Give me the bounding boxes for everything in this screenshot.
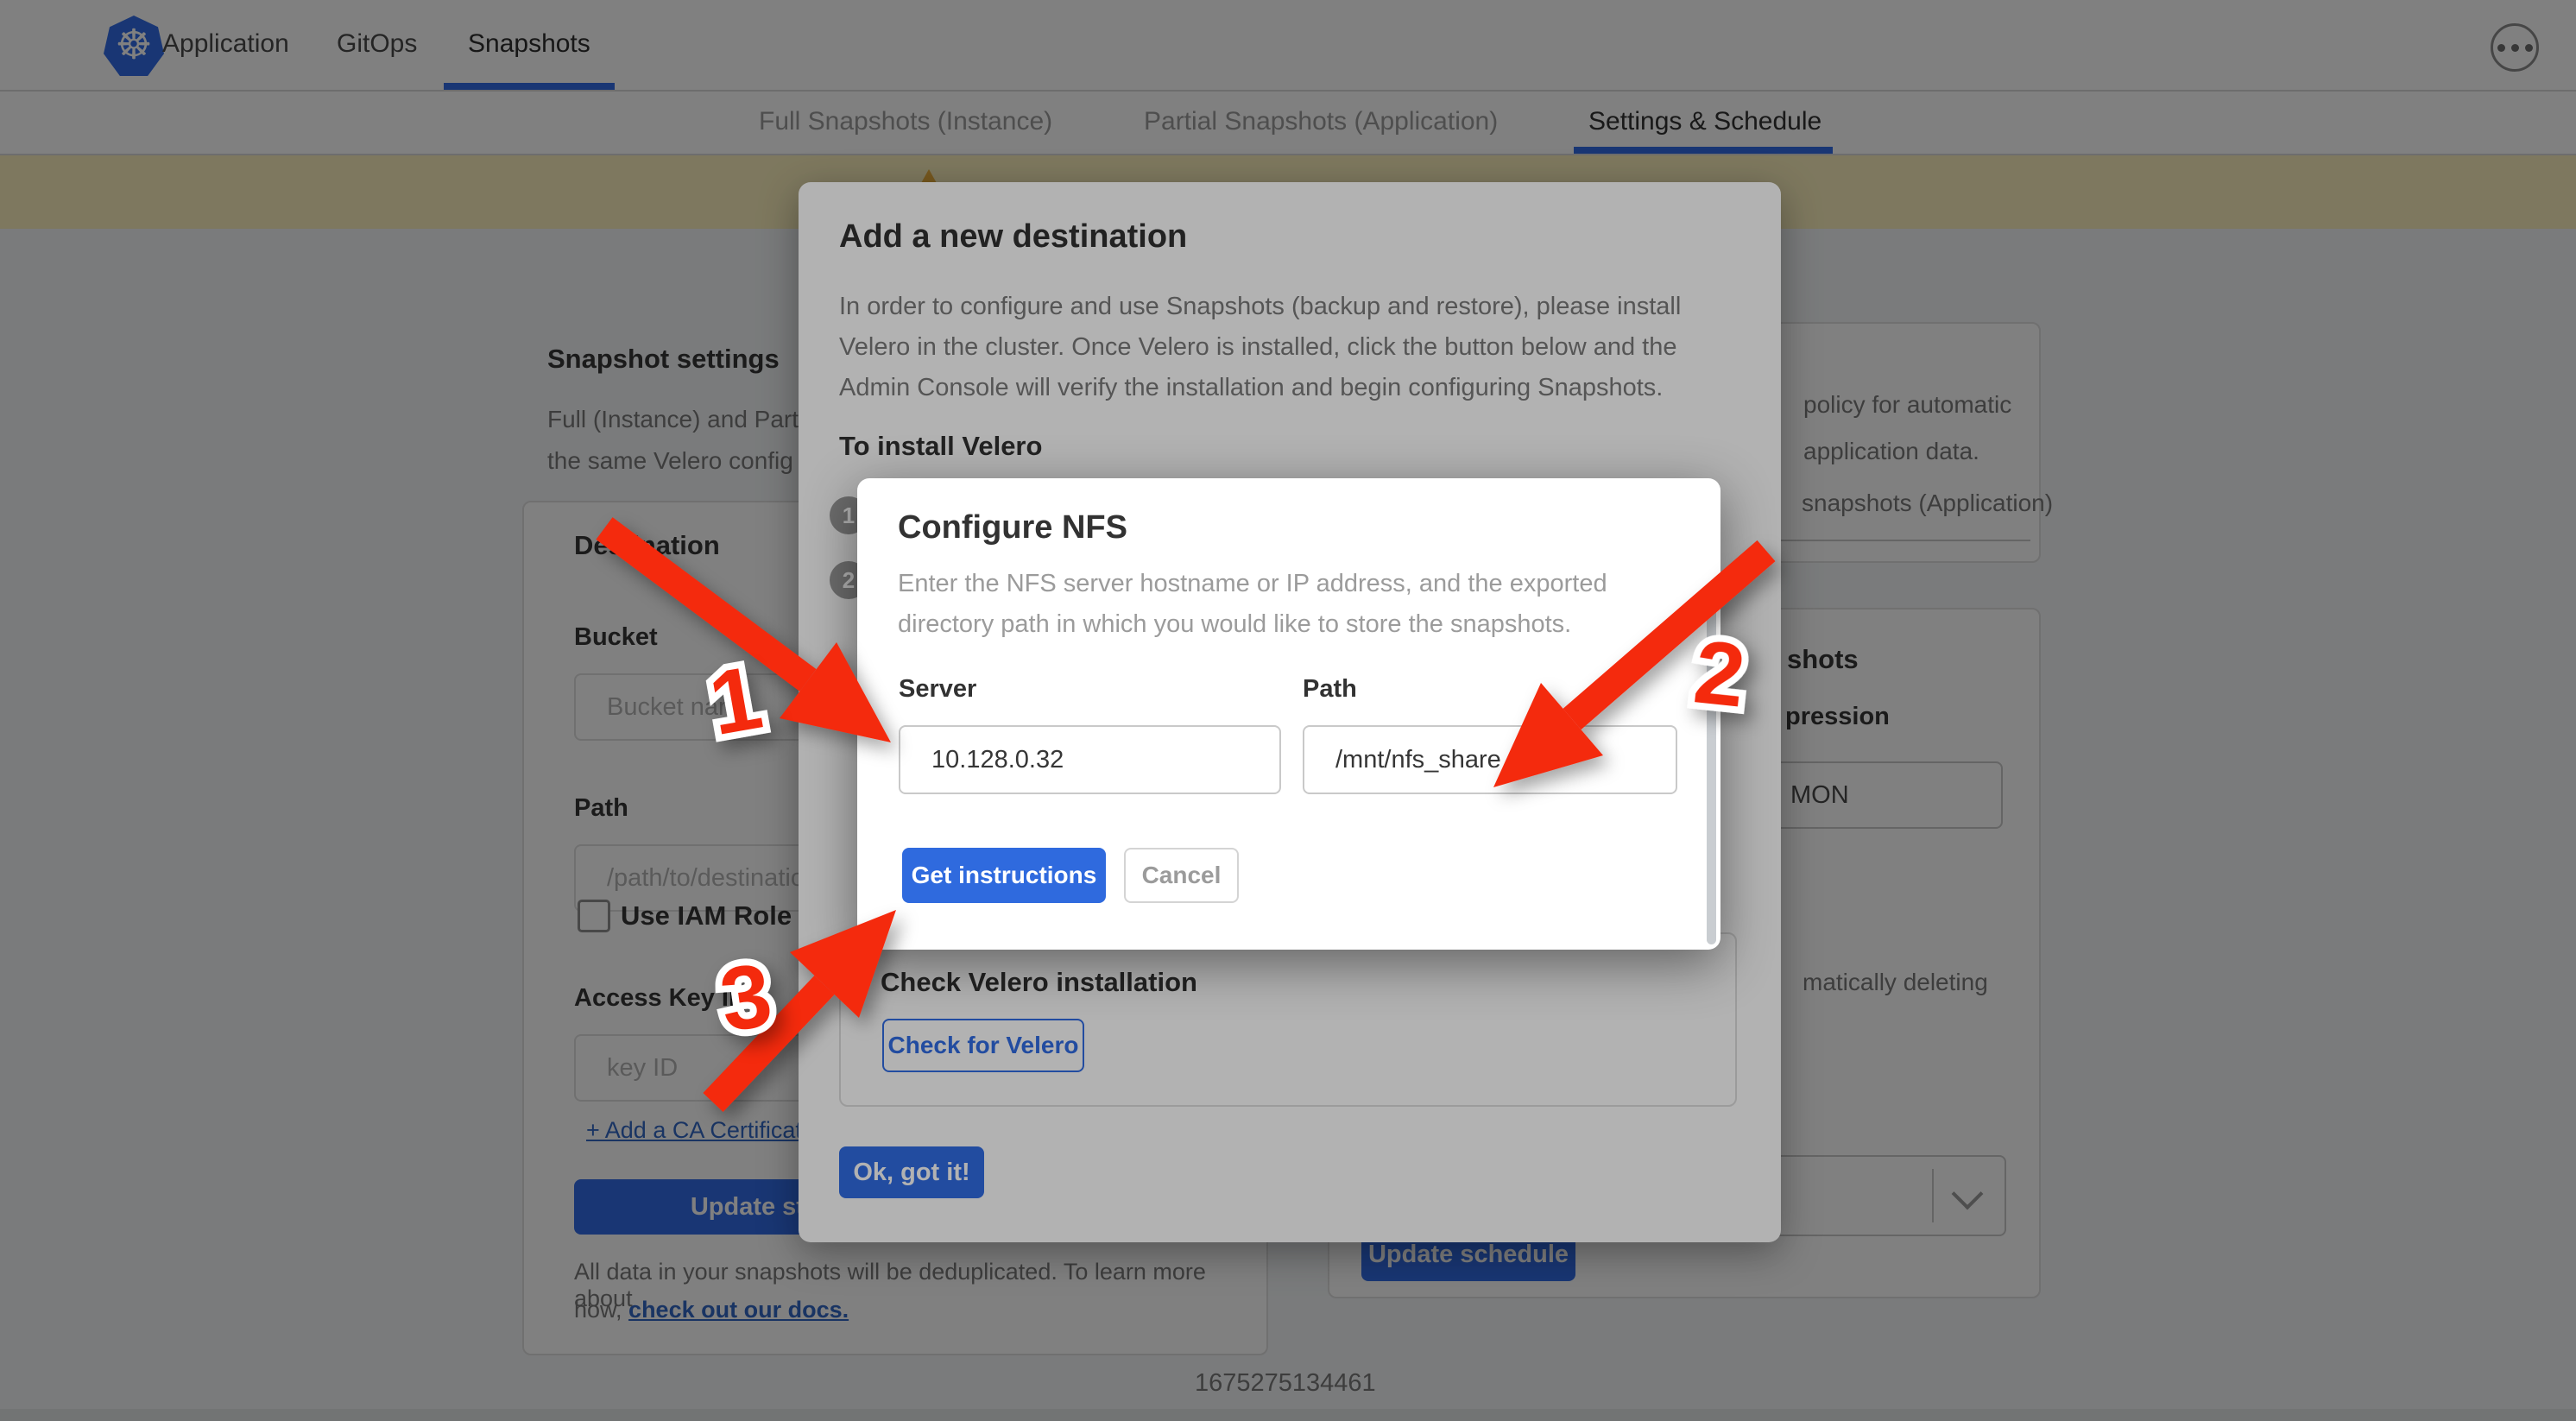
configure-nfs-description: directory path in which you would like t… <box>898 610 1571 639</box>
get-instructions-button[interactable]: Get instructions <box>902 848 1106 903</box>
admin-console-screen: ☸ Application GitOps Snapshots Full Snap… <box>0 0 2576 1421</box>
modal-scrollbar[interactable] <box>1707 599 1716 944</box>
cancel-button[interactable]: Cancel <box>1124 848 1239 903</box>
configure-nfs-description: Enter the NFS server hostname or IP addr… <box>898 570 1607 598</box>
nfs-path-label: Path <box>1303 675 1357 704</box>
configure-nfs-modal: Configure NFS Enter the NFS server hostn… <box>857 478 1720 950</box>
nfs-path-input[interactable] <box>1303 725 1677 794</box>
configure-nfs-title: Configure NFS <box>898 509 1127 546</box>
server-label: Server <box>899 675 976 704</box>
server-input[interactable] <box>899 725 1281 794</box>
